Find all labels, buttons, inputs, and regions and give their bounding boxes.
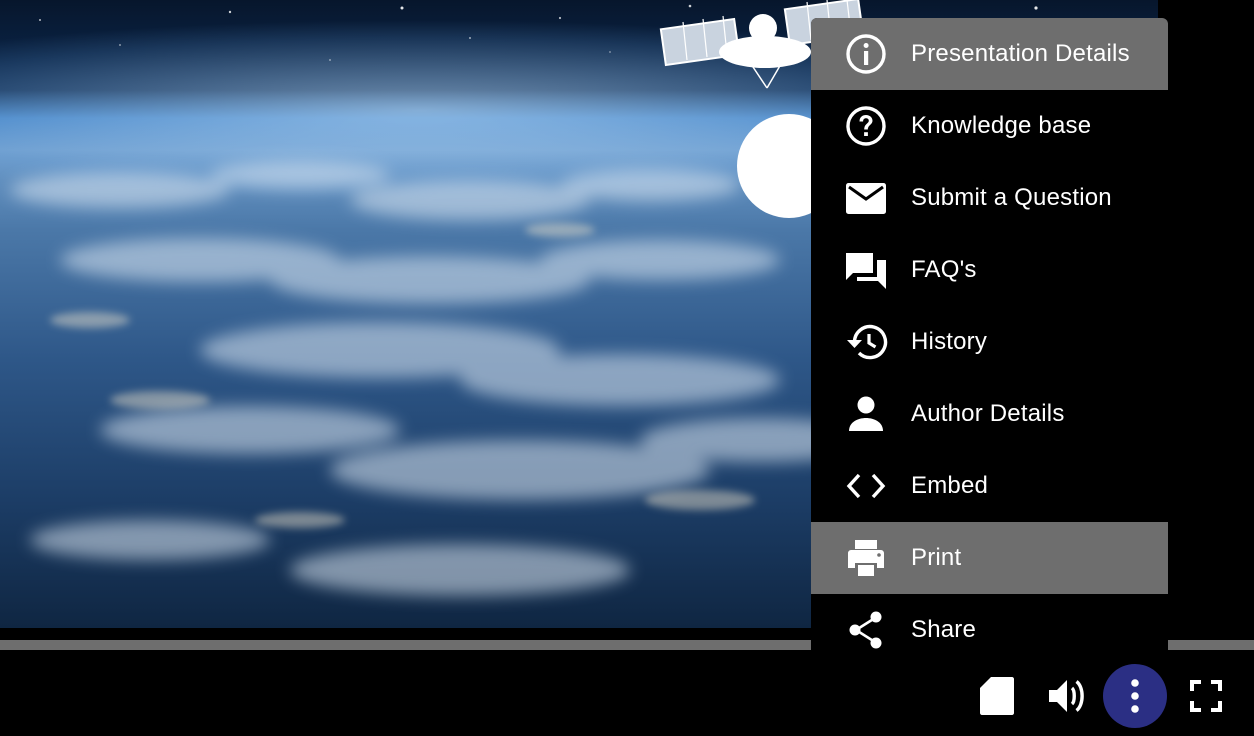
more-options-button[interactable]: [1103, 664, 1167, 728]
code-icon: [844, 464, 888, 508]
presentation-player: Presentation Details Knowledge base Subm…: [0, 0, 1254, 736]
menu-item-history[interactable]: History: [811, 306, 1168, 378]
menu-item-presentation-details[interactable]: Presentation Details: [811, 18, 1168, 90]
menu-item-embed[interactable]: Embed: [811, 450, 1168, 522]
menu-item-label: Author Details: [911, 400, 1065, 427]
volume-icon: [1048, 677, 1088, 715]
fullscreen-icon: [1190, 680, 1222, 712]
info-icon: [844, 32, 888, 76]
share-icon: [844, 608, 888, 652]
more-vertical-icon: [1129, 678, 1141, 714]
menu-item-share[interactable]: Share: [811, 594, 1168, 652]
menu-item-author-details[interactable]: Author Details: [811, 378, 1168, 450]
fullscreen-button[interactable]: [1174, 664, 1238, 728]
mail-icon: [844, 176, 888, 220]
menu-item-label: History: [911, 328, 988, 355]
control-bar: [0, 652, 1254, 736]
more-options-menu: Presentation Details Knowledge base Subm…: [811, 18, 1168, 652]
menu-item-label: FAQ's: [911, 256, 977, 283]
menu-item-submit-question[interactable]: Submit a Question: [811, 162, 1168, 234]
printer-icon: [844, 536, 888, 580]
help-circle-icon: [844, 104, 888, 148]
menu-item-label: Embed: [911, 472, 989, 499]
chat-bubbles-icon: [844, 248, 888, 292]
history-icon: [844, 320, 888, 364]
person-icon: [844, 392, 888, 436]
menu-item-knowledge-base[interactable]: Knowledge base: [811, 90, 1168, 162]
menu-item-label: Presentation Details: [911, 40, 1130, 67]
notes-button[interactable]: [965, 664, 1029, 728]
menu-item-label: Share: [911, 616, 977, 643]
menu-item-faqs[interactable]: FAQ's: [811, 234, 1168, 306]
menu-item-label: Submit a Question: [911, 184, 1112, 211]
document-icon: [979, 676, 1015, 716]
menu-item-print[interactable]: Print: [811, 522, 1168, 594]
menu-item-label: Print: [911, 544, 962, 571]
volume-button[interactable]: [1036, 664, 1100, 728]
menu-item-label: Knowledge base: [911, 112, 1092, 139]
